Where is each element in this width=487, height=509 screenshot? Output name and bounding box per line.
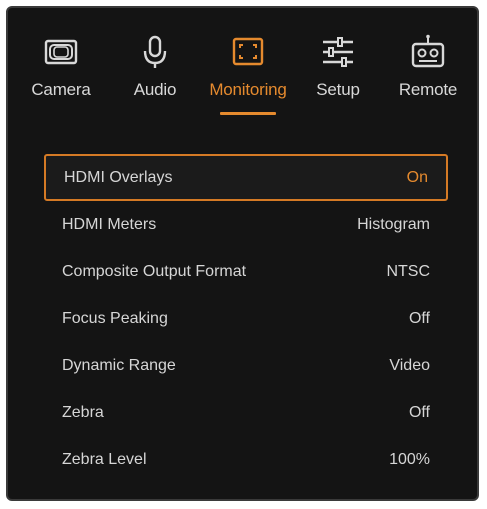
tab-setup-label: Setup (316, 80, 360, 99)
setting-value: NTSC (386, 262, 430, 280)
setting-value: Histogram (357, 215, 430, 233)
setting-value: Video (389, 356, 430, 374)
setting-value: Off (408, 309, 430, 327)
setting-value: 100% (389, 450, 430, 468)
setting-value: Off (408, 403, 430, 421)
setting-name: Dynamic Range (62, 356, 176, 374)
setting-row-zebra[interactable]: Zebra Off (44, 389, 448, 436)
camera-icon (44, 39, 78, 65)
setting-name: HDMI Overlays (64, 168, 173, 186)
setting-value: On (406, 168, 428, 186)
setting-row-zebra-level[interactable]: Zebra Level 100% (44, 436, 448, 483)
monitoring-menu-panel: Camera Audio Monitoring Setup Remote HDM… (6, 6, 479, 501)
microphone-icon (143, 35, 167, 68)
tab-audio[interactable]: Audio (110, 34, 200, 114)
tab-audio-label: Audio (133, 80, 177, 99)
tab-monitoring-label: Monitoring (209, 80, 287, 99)
tab-remote[interactable]: Remote (383, 34, 473, 114)
setting-row-hdmi-meters[interactable]: HDMI Meters Histogram (44, 201, 448, 248)
setting-name: Focus Peaking (62, 309, 168, 327)
active-tab-indicator (220, 112, 276, 115)
setting-name: Zebra Level (62, 450, 147, 468)
monitor-frame-icon (232, 37, 264, 66)
tab-setup[interactable]: Setup (293, 34, 383, 114)
setting-row-dynamic-range[interactable]: Dynamic Range Video (44, 342, 448, 389)
tab-remote-label: Remote (398, 80, 458, 99)
setting-row-hdmi-overlays[interactable]: HDMI Overlays On (44, 154, 448, 201)
sliders-icon (323, 37, 353, 67)
setting-name: Composite Output Format (62, 262, 247, 280)
monitoring-settings-list: HDMI Overlays On HDMI Meters Histogram C… (44, 154, 448, 483)
setting-name: Zebra (62, 403, 104, 421)
setting-name: HDMI Meters (62, 215, 157, 233)
tab-camera-label: Camera (31, 80, 91, 99)
tab-camera[interactable]: Camera (16, 34, 106, 114)
tab-monitoring[interactable]: Monitoring (198, 34, 298, 115)
setting-row-focus-peaking[interactable]: Focus Peaking Off (44, 295, 448, 342)
setting-row-composite-output-format[interactable]: Composite Output Format NTSC (44, 248, 448, 295)
remote-control-icon (411, 34, 445, 68)
menu-tab-bar: Camera Audio Monitoring Setup Remote (8, 8, 477, 128)
